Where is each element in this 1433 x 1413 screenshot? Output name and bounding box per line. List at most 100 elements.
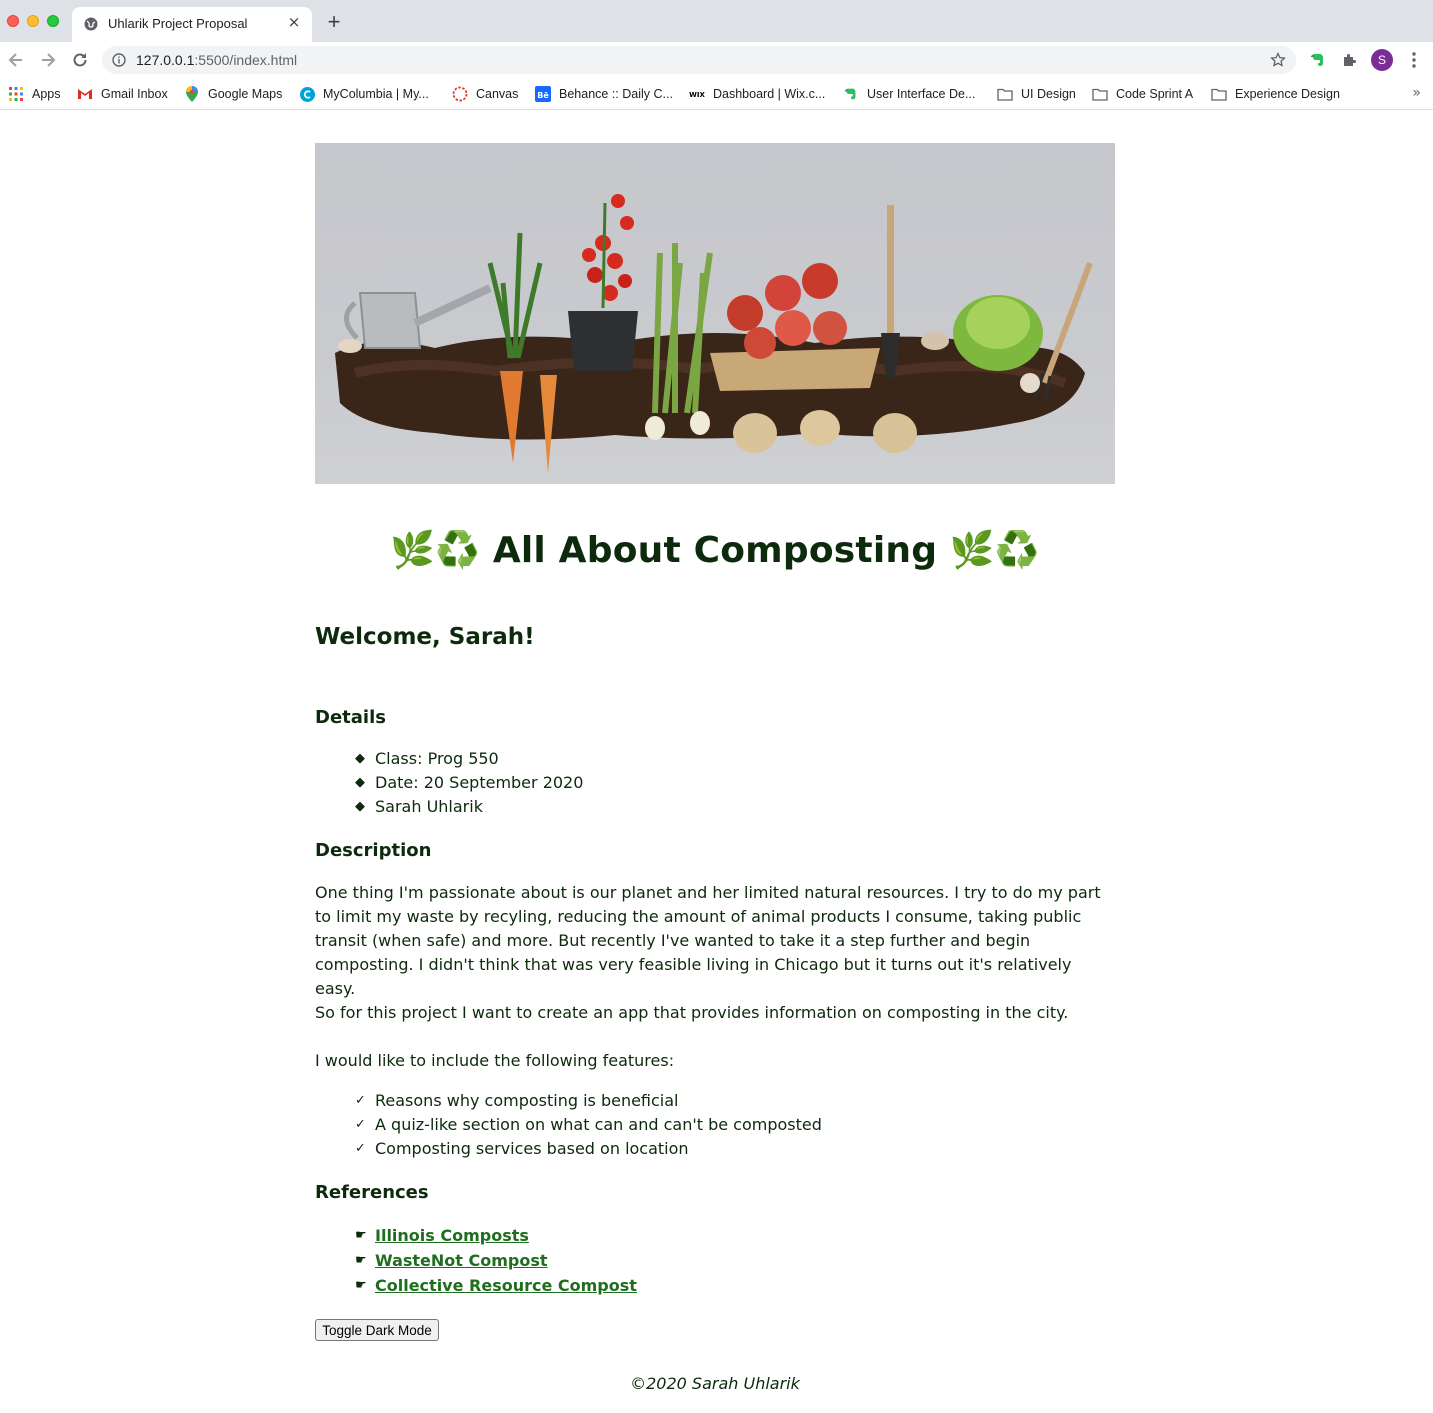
bookmark-label: User Interface De...	[867, 87, 976, 101]
reference-link-wastenot-compost[interactable]: WasteNot Compost	[375, 1251, 548, 1270]
bookmark-folder-experience-design[interactable]: Experience Design	[1211, 83, 1340, 105]
browser-toolbar: 127.0.0.1:5500/index.html S	[0, 42, 1433, 78]
reference-link-illinois-composts[interactable]: Illinois Composts	[375, 1226, 529, 1245]
checkmark-bullet-icon: ✓	[355, 1093, 366, 1108]
more-bookmarks-chevron-icon[interactable]: »	[1412, 85, 1421, 101]
bookmark-wix[interactable]: WIX Dashboard | Wix.c...	[689, 83, 825, 105]
globe-icon	[84, 17, 98, 31]
folder-icon	[1211, 86, 1227, 102]
mycolumbia-icon	[299, 86, 315, 102]
bookmark-label: Apps	[32, 87, 61, 101]
bookmarks-bar: Apps Gmail Inbox Google Maps MyColumbia …	[0, 78, 1433, 110]
active-tab[interactable]: Uhlarik Project Proposal ×	[72, 7, 312, 42]
toggle-dark-mode-button[interactable]: Toggle Dark Mode	[315, 1319, 439, 1341]
list-item: ✓ A quiz-like section on what can and can…	[355, 1113, 822, 1137]
features-intro: I would like to include the following fe…	[315, 1051, 675, 1070]
list-item: ☛ Collective Resource Compost	[355, 1273, 637, 1298]
hero-image	[315, 143, 1115, 484]
checkmark-bullet-icon: ✓	[355, 1117, 366, 1132]
profile-avatar[interactable]: S	[1371, 49, 1393, 71]
canvas-icon	[452, 86, 468, 102]
url-text: 127.0.0.1:5500/index.html	[136, 52, 297, 68]
tab-strip: Uhlarik Project Proposal × +	[0, 0, 1433, 42]
reload-icon[interactable]	[70, 50, 90, 70]
svg-text:Bē: Bē	[537, 91, 549, 100]
composting-vegetables-illustration	[335, 194, 1093, 473]
bookmark-folder-ui-design[interactable]: UI Design	[997, 83, 1076, 105]
bookmark-label: MyColumbia | My...	[323, 87, 429, 101]
description-heading: Description	[315, 840, 432, 861]
details-list: ◆ Class: Prog 550 ◆ Date: 20 September 202…	[355, 747, 583, 819]
folder-icon	[1092, 86, 1108, 102]
close-tab-icon[interactable]: ×	[286, 14, 302, 30]
folder-icon	[997, 86, 1013, 102]
diamond-bullet-icon: ◆	[355, 799, 365, 814]
forward-icon[interactable]	[38, 50, 58, 70]
behance-icon: Bē	[535, 86, 551, 102]
maps-pin-icon	[184, 86, 200, 102]
description-paragraph: One thing I'm passionate about is our pl…	[315, 883, 1101, 998]
bookmark-canvas[interactable]: Canvas	[452, 83, 518, 105]
bookmark-label: UI Design	[1021, 87, 1076, 101]
tab-title: Uhlarik Project Proposal	[108, 16, 248, 31]
bookmark-behance[interactable]: Bē Behance :: Daily C...	[535, 83, 673, 105]
list-item: ◆ Date: 20 September 2020	[355, 771, 583, 795]
bookmark-folder-code-sprint[interactable]: Code Sprint A	[1092, 83, 1193, 105]
list-item: ◆ Sarah Uhlarik	[355, 795, 583, 819]
list-item: ◆ Class: Prog 550	[355, 747, 583, 771]
footer-copyright: ©2020 Sarah Uhlarik	[630, 1374, 800, 1393]
evernote-icon	[843, 86, 859, 102]
bookmark-star-icon[interactable]	[1270, 52, 1286, 68]
feature-item-text: Reasons why composting is beneficial	[375, 1091, 679, 1110]
diamond-bullet-icon: ◆	[355, 751, 365, 766]
bookmark-label: Behance :: Daily C...	[559, 87, 673, 101]
evernote-extension-icon[interactable]	[1309, 51, 1327, 69]
details-heading: Details	[315, 707, 386, 728]
features-list: ✓ Reasons why composting is beneficial ✓ A…	[355, 1089, 822, 1161]
bookmark-label: Gmail Inbox	[101, 87, 168, 101]
list-item: ☛ Illinois Composts	[355, 1223, 637, 1248]
pointing-hand-bullet-icon: ☛	[355, 1228, 367, 1243]
feature-item-text: A quiz-like section on what can and can'…	[375, 1115, 822, 1134]
bookmark-label: Canvas	[476, 87, 519, 101]
more-menu-icon[interactable]	[1406, 51, 1422, 69]
checkmark-bullet-icon: ✓	[355, 1141, 366, 1156]
list-item: ☛ WasteNot Compost	[355, 1248, 637, 1273]
gmail-icon	[77, 86, 93, 102]
feature-item-text: Composting services based on location	[375, 1139, 689, 1158]
bookmark-label: Google Maps	[208, 87, 283, 101]
site-info-icon[interactable]	[112, 53, 126, 67]
bookmark-label: Code Sprint A	[1116, 87, 1194, 101]
reference-link-collective-resource-compost[interactable]: Collective Resource Compost	[375, 1276, 637, 1295]
list-item: ✓ Composting services based on location	[355, 1137, 822, 1161]
bookmark-gmail[interactable]: Gmail Inbox	[77, 83, 168, 105]
pointing-hand-bullet-icon: ☛	[355, 1253, 367, 1268]
address-bar[interactable]: 127.0.0.1:5500/index.html	[102, 46, 1296, 74]
project-paragraph: So for this project I want to create an …	[315, 1003, 1069, 1022]
url-path: :5500/index.html	[194, 52, 298, 68]
minimize-window-button[interactable]	[27, 15, 39, 27]
maximize-window-button[interactable]	[47, 15, 59, 27]
apps-grid-icon	[8, 86, 24, 102]
details-item-text: Sarah Uhlarik	[375, 797, 483, 816]
details-item-text: Date: 20 September 2020	[375, 773, 584, 792]
close-window-button[interactable]	[7, 15, 19, 27]
bookmark-label: Dashboard | Wix.c...	[713, 87, 826, 101]
svg-text:WIX: WIX	[689, 91, 705, 99]
extensions-puzzle-icon[interactable]	[1341, 51, 1359, 69]
list-item: ✓ Reasons why composting is beneficial	[355, 1089, 822, 1113]
pointing-hand-bullet-icon: ☛	[355, 1278, 367, 1293]
bookmark-user-interface[interactable]: User Interface De...	[843, 83, 975, 105]
url-host: 127.0.0.1	[136, 52, 195, 68]
new-tab-button[interactable]: +	[324, 11, 344, 33]
welcome-heading: Welcome, Sarah!	[315, 624, 535, 650]
bookmark-label: Experience Design	[1235, 87, 1340, 101]
wix-icon: WIX	[689, 86, 705, 102]
back-icon[interactable]	[6, 50, 26, 70]
bookmark-google-maps[interactable]: Google Maps	[184, 83, 282, 105]
references-list: ☛ Illinois Composts ☛ WasteNot Compost ☛ Co…	[355, 1223, 637, 1298]
bookmark-mycolumbia[interactable]: MyColumbia | My...	[299, 83, 429, 105]
page-title: 🌿♻️ All About Composting 🌿♻️	[390, 530, 1040, 571]
references-heading: References	[315, 1182, 429, 1203]
bookmark-apps[interactable]: Apps	[8, 83, 61, 105]
